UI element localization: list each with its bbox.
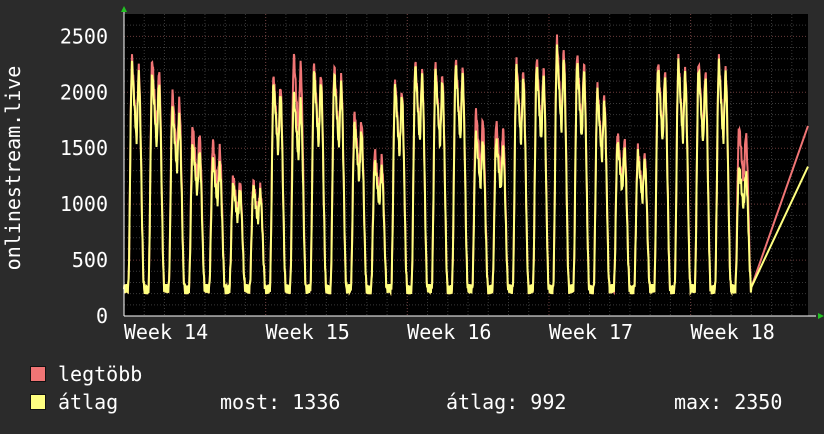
legend-swatch-avg: [30, 394, 46, 410]
x-tick-label: Week 18: [690, 320, 774, 344]
legend-label-avg: átlag: [58, 390, 119, 414]
x-tick-label: Week 17: [549, 320, 633, 344]
stat-average: átlag: 992: [446, 390, 567, 414]
x-axis-arrow: [818, 313, 824, 319]
legend-swatch-max: [30, 366, 46, 382]
stat-maximum: max: 2350: [674, 390, 783, 414]
y-tick-label: 500: [72, 248, 108, 272]
y-axis-label: onlinestream.live: [1, 66, 25, 271]
stat-now: most: 1336: [220, 390, 341, 414]
y-tick-label: 1000: [60, 192, 108, 216]
y-tick-label: 2000: [60, 80, 108, 104]
y-tick-label: 2500: [60, 24, 108, 48]
y-tick-label: 1500: [60, 136, 108, 160]
plot-area: [124, 14, 808, 316]
x-tick-label: Week 14: [124, 320, 208, 344]
x-tick-label: Week 15: [266, 320, 350, 344]
x-tick-label: Week 16: [407, 320, 491, 344]
legend-label-max: legtöbb: [58, 362, 143, 386]
y-tick-label: 0: [96, 304, 108, 328]
y-axis-arrow: [121, 6, 127, 12]
